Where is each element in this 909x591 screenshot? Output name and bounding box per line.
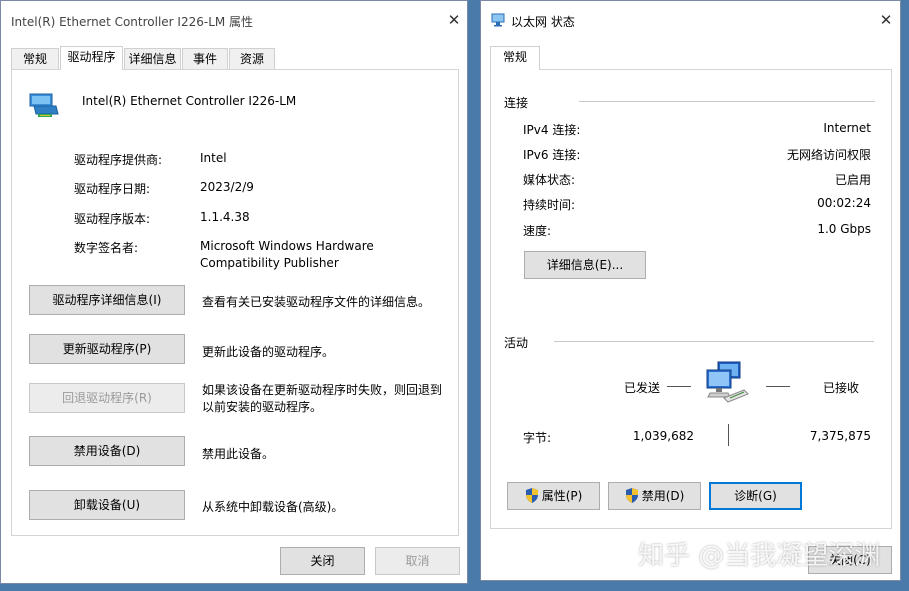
window-title: Intel(R) Ethernet Controller I226-LM 属性 [11,15,254,29]
bytes-label: 字节: [523,431,552,445]
rollback-driver-button[interactable]: 回退驱动程序(R) [29,383,185,413]
title-bar[interactable]: Intel(R) Ethernet Controller I226-LM 属性 … [1,1,467,39]
duration-label: 持续时间: [523,198,576,212]
driver-date-value: 2023/2/9 [200,180,254,194]
driver-version-value: 1.1.4.38 [200,210,250,224]
driver-tab-panel: Intel(R) Ethernet Controller I226-LM 驱动程… [11,69,459,536]
signer-value: Microsoft Windows Hardware Compatibility… [200,239,374,270]
uac-shield-icon [625,488,638,503]
update-driver-description: 更新此设备的驱动程序。 [202,345,335,359]
connection-divider [579,101,875,102]
sent-label: 已发送 [624,381,661,395]
disable-button[interactable]: 禁用(D) [608,482,701,510]
diagnose-button[interactable]: 诊断(G) [709,482,802,510]
close-button[interactable]: 关闭 [280,547,365,575]
speed-label: 速度: [523,224,552,238]
speed-value: 1.0 Gbps [817,222,871,236]
rollback-driver-description: 如果该设备在更新驱动程序时失败，则回退到以前安装的驱动程序。 [202,383,443,414]
network-computers-icon [704,360,752,408]
properties-button-label: 属性(P) [541,489,583,503]
window-title: 以太网 状态 [511,15,575,29]
title-bar[interactable]: 以太网 状态 ✕ [481,1,900,39]
watermark: 知乎 @当我凝望深渊 [638,541,881,571]
properties-button[interactable]: 属性(P) [507,482,600,510]
tab-general[interactable]: 常规 [490,46,540,70]
driver-properties-window: Intel(R) Ethernet Controller I226-LM 属性 … [0,0,468,584]
media-state-value: 已启用 [834,173,871,187]
tab-resources[interactable]: 资源 [229,48,275,70]
close-icon[interactable]: ✕ [875,9,897,31]
disable-device-description: 禁用此设备。 [202,447,275,461]
bytes-divider [728,424,729,446]
sent-dash [667,386,691,387]
uac-shield-icon [525,488,538,503]
ipv4-label: IPv4 连接: [523,123,581,137]
received-label: 已接收 [823,381,860,395]
bytes-received-value: 7,375,875 [809,429,871,443]
driver-details-button[interactable]: 驱动程序详细信息(I) [29,285,185,315]
close-icon[interactable]: ✕ [443,9,465,31]
tab-details[interactable]: 详细信息 [124,48,181,70]
activity-heading: 活动 [504,336,529,350]
uninstall-device-button[interactable]: 卸载设备(U) [29,490,185,520]
received-dash [766,386,790,387]
tab-strip: 常规 [490,46,550,70]
duration-value: 00:02:24 [817,196,871,210]
network-status-icon [491,13,505,27]
network-adapter-icon [28,88,60,120]
update-driver-button[interactable]: 更新驱动程序(P) [29,334,185,364]
uninstall-device-description: 从系统中卸载设备(高级)。 [202,500,344,514]
driver-version-label: 驱动程序版本: [74,212,151,226]
details-button[interactable]: 详细信息(E)... [524,251,646,279]
disable-device-button[interactable]: 禁用设备(D) [29,436,185,466]
ipv4-value: Internet [823,121,871,135]
provider-label: 驱动程序提供商: [74,153,163,167]
activity-divider [554,341,874,342]
disable-button-label: 禁用(D) [641,489,685,503]
ipv6-value: 无网络访问权限 [786,148,871,162]
ethernet-status-window: 以太网 状态 ✕ 常规 连接 IPv4 连接: Internet IPv6 连接… [480,0,901,581]
bytes-sent-value: 1,039,682 [632,429,694,443]
cancel-button[interactable]: 取消 [375,547,460,575]
driver-details-description: 查看有关已安装驱动程序文件的详细信息。 [202,295,431,309]
device-name: Intel(R) Ethernet Controller I226-LM [82,94,297,108]
media-state-label: 媒体状态: [523,173,576,187]
tab-general[interactable]: 常规 [11,48,59,70]
driver-date-label: 驱动程序日期: [74,182,151,196]
tab-driver[interactable]: 驱动程序 [60,46,123,70]
general-tab-panel: 连接 IPv4 连接: Internet IPv6 连接: 无网络访问权限 媒体… [490,69,892,529]
tab-strip: 常规 驱动程序 详细信息 事件 资源 [11,46,461,70]
ipv6-label: IPv6 连接: [523,148,581,162]
provider-value: Intel [200,151,227,165]
tab-events[interactable]: 事件 [182,48,228,70]
signer-label: 数字签名者: [74,241,139,255]
connection-heading: 连接 [504,96,529,110]
